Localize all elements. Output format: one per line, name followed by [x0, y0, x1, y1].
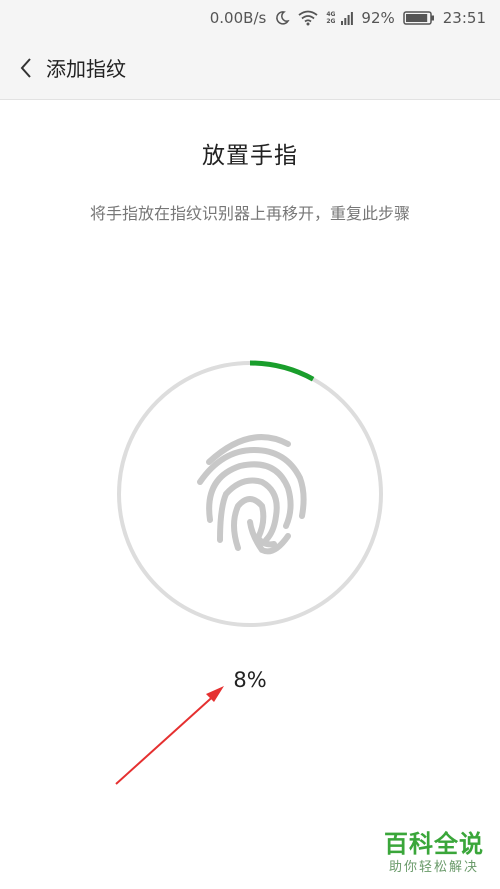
clock: 23:51: [442, 9, 486, 27]
progress-track: [117, 361, 383, 627]
fingerprint-sensor: [116, 360, 384, 628]
status-bar: 0.00B/s 4G 2G 92% 23:51: [0, 0, 500, 36]
watermark: 百科全说 助你轻松解决: [384, 829, 484, 877]
wifi-icon: [298, 10, 318, 26]
battery-icon: [403, 10, 435, 26]
chevron-left-icon: [20, 57, 31, 78]
annotation-arrow: [115, 686, 224, 785]
fingerprint-icon: [197, 434, 307, 555]
network-type-bottom: 2G: [326, 18, 336, 25]
battery-percent: 92%: [361, 9, 395, 27]
header-title: 添加指纹: [46, 57, 126, 81]
page-title: 放置手指: [202, 143, 298, 169]
app-header: 添加指纹: [0, 36, 500, 100]
network-type-top: 4G: [326, 11, 336, 18]
progress-percent: 8%: [233, 668, 267, 692]
network-type-badge: 4G 2G: [326, 11, 335, 25]
watermark-title: 百科全说: [384, 830, 484, 858]
instruction-text: 将手指放在指纹识别器上再移开，重复此步骤: [89, 204, 410, 223]
back-button[interactable]: [6, 36, 46, 100]
moon-icon: [274, 10, 290, 26]
battery-fill: [405, 14, 427, 22]
progress-arc: [249, 360, 315, 382]
watermark-subtitle: 助你轻松解决: [388, 860, 479, 875]
signal-icon: [341, 10, 354, 26]
net-speed: 0.00B/s: [209, 9, 267, 27]
